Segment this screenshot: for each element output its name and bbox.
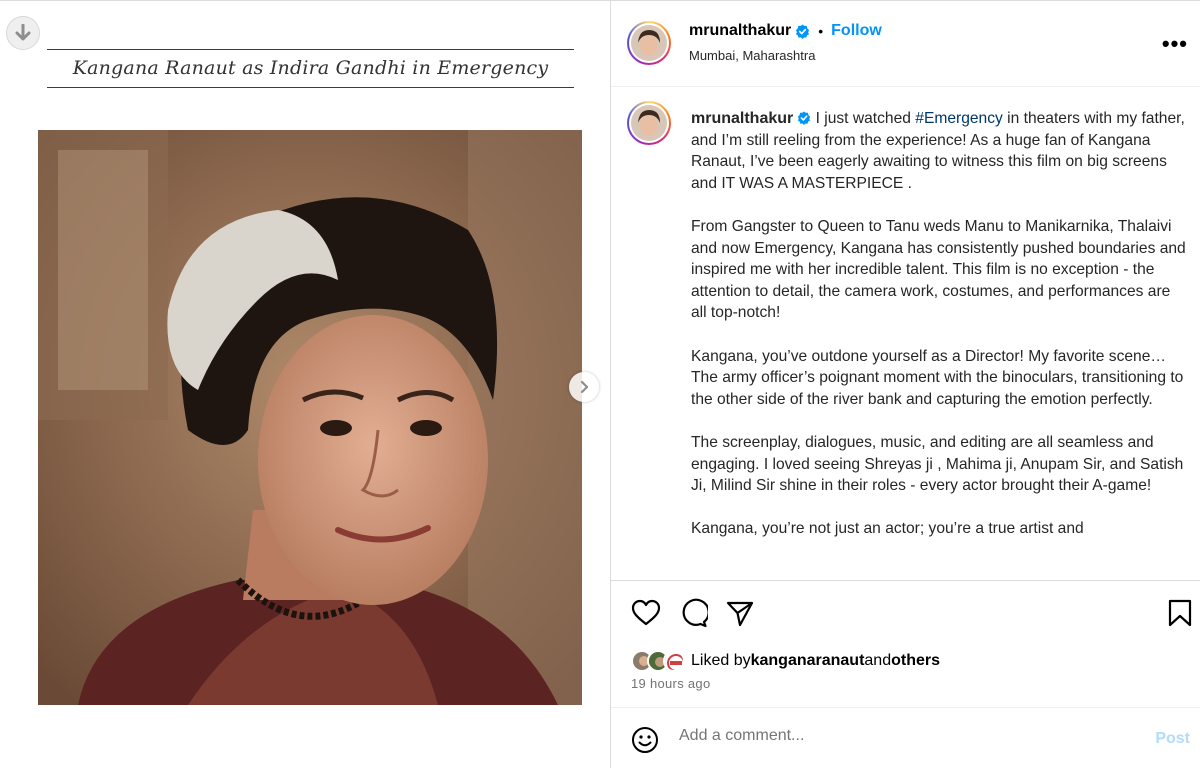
verified-badge-icon bbox=[798, 111, 811, 125]
image-caption: Kangana Ranaut as Indira Gandhi in Emerg… bbox=[72, 57, 549, 79]
location-link[interactable]: Mumbai, Maharashtra bbox=[689, 48, 815, 63]
arrow-down-icon bbox=[15, 24, 31, 41]
more-options-button[interactable]: ••• bbox=[1162, 31, 1188, 57]
heart-icon[interactable] bbox=[631, 598, 661, 628]
chevron-right-icon bbox=[580, 380, 589, 394]
post-comment-button[interactable]: Post bbox=[1155, 730, 1190, 748]
follow-button[interactable]: Follow bbox=[831, 22, 882, 40]
likes-summary: Liked by kanganaranaut and others bbox=[631, 649, 940, 673]
caption-paragraph: Kangana, you’re not just an actor; you’r… bbox=[691, 520, 1084, 538]
separator-dot: • bbox=[818, 23, 824, 39]
caption-paragraph: The screenplay, dialogues, music, and ed… bbox=[691, 433, 1184, 495]
next-image-button[interactable] bbox=[569, 372, 599, 402]
caption-text: I just watched bbox=[811, 110, 916, 127]
caption-username[interactable]: mrunalthakur bbox=[691, 110, 793, 127]
verified-badge-icon bbox=[796, 23, 810, 39]
instagram-post-modal: Kangana Ranaut as Indira Gandhi in Emerg… bbox=[0, 0, 1200, 768]
caption-rule-bottom bbox=[47, 87, 574, 88]
caption-avatar[interactable] bbox=[627, 101, 671, 145]
post-photo bbox=[38, 130, 582, 705]
comment-icon[interactable] bbox=[678, 598, 708, 628]
liker-avatar bbox=[663, 650, 685, 672]
comment-composer: Post bbox=[611, 709, 1200, 768]
comment-input[interactable] bbox=[679, 727, 1139, 745]
likes-prefix: Liked by bbox=[691, 652, 751, 669]
post-timestamp[interactable]: 19 hours ago bbox=[631, 676, 711, 691]
caption-paragraph: Kangana, you’ve outdone yourself as a Di… bbox=[691, 347, 1184, 408]
avatar[interactable] bbox=[627, 21, 671, 65]
caption-rule-top bbox=[47, 49, 574, 50]
post-caption: mrunalthakur I just watched #Emergency i… bbox=[691, 108, 1187, 561]
liker-username[interactable]: kanganaranaut bbox=[751, 652, 865, 670]
post-media: Kangana Ranaut as Indira Gandhi in Emerg… bbox=[0, 1, 611, 768]
username[interactable]: mrunalthakur bbox=[689, 22, 791, 40]
post-header: mrunalthakur • Follow Mumbai, Maharashtr… bbox=[611, 1, 1200, 87]
post-panel: mrunalthakur • Follow Mumbai, Maharashtr… bbox=[611, 1, 1200, 768]
bookmark-icon[interactable] bbox=[1165, 598, 1195, 628]
hashtag-link[interactable]: #Emergency bbox=[915, 110, 1003, 127]
download-button[interactable] bbox=[6, 16, 40, 50]
emoji-icon[interactable] bbox=[631, 726, 659, 754]
others-link[interactable]: others bbox=[891, 652, 940, 670]
likes-middle: and bbox=[864, 652, 892, 669]
caption-paragraph: From Gangster to Queen to Tanu weds Manu… bbox=[691, 217, 1186, 322]
liker-avatars bbox=[631, 650, 685, 672]
share-icon[interactable] bbox=[725, 598, 755, 628]
caption-area: mrunalthakur I just watched #Emergency i… bbox=[611, 88, 1200, 581]
